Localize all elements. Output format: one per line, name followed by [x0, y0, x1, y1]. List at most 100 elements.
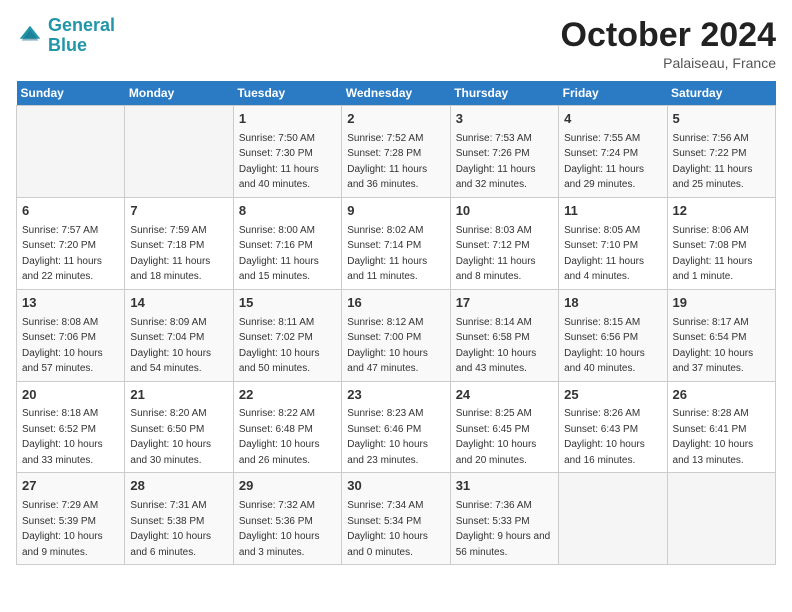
calendar-cell: 13 Sunrise: 8:08 AMSunset: 7:06 PMDayligh… — [17, 289, 125, 381]
calendar-week-row: 13 Sunrise: 8:08 AMSunset: 7:06 PMDayligh… — [17, 289, 776, 381]
day-number: 8 — [239, 202, 336, 221]
header-wednesday: Wednesday — [342, 81, 450, 106]
day-info: Sunrise: 8:03 AMSunset: 7:12 PMDaylight:… — [456, 225, 536, 283]
day-info: Sunrise: 7:59 AMSunset: 7:18 PMDaylight:… — [130, 225, 210, 283]
day-info: Sunrise: 8:12 AMSunset: 7:00 PMDaylight:… — [347, 317, 428, 375]
calendar-cell: 8 Sunrise: 8:00 AMSunset: 7:16 PMDaylight… — [233, 197, 341, 289]
calendar-cell — [559, 473, 667, 565]
header-saturday: Saturday — [667, 81, 775, 106]
calendar-cell: 5 Sunrise: 7:56 AMSunset: 7:22 PMDaylight… — [667, 106, 775, 198]
day-info: Sunrise: 8:05 AMSunset: 7:10 PMDaylight:… — [564, 225, 644, 283]
day-number: 17 — [456, 294, 553, 313]
day-number: 24 — [456, 386, 553, 405]
calendar-cell — [667, 473, 775, 565]
calendar-cell: 16 Sunrise: 8:12 AMSunset: 7:00 PMDayligh… — [342, 289, 450, 381]
calendar-cell: 22 Sunrise: 8:22 AMSunset: 6:48 PMDayligh… — [233, 381, 341, 473]
day-number: 14 — [130, 294, 227, 313]
calendar-cell: 24Sunrise: 8:25 AMSunset: 6:45 PMDayligh… — [450, 381, 558, 473]
day-number: 28 — [130, 477, 227, 496]
day-number: 9 — [347, 202, 444, 221]
calendar-cell: 6 Sunrise: 7:57 AMSunset: 7:20 PMDaylight… — [17, 197, 125, 289]
calendar-cell: 1 Sunrise: 7:50 AMSunset: 7:30 PMDaylight… — [233, 106, 341, 198]
calendar-week-row: 20 Sunrise: 8:18 AMSunset: 6:52 PMDayligh… — [17, 381, 776, 473]
calendar-cell: 21 Sunrise: 8:20 AMSunset: 6:50 PMDayligh… — [125, 381, 233, 473]
calendar-cell: 28 Sunrise: 7:31 AMSunset: 5:38 PMDayligh… — [125, 473, 233, 565]
day-info: Sunrise: 7:56 AMSunset: 7:22 PMDaylight:… — [673, 133, 753, 191]
calendar-cell: 2 Sunrise: 7:52 AMSunset: 7:28 PMDaylight… — [342, 106, 450, 198]
day-info: Sunrise: 8:22 AMSunset: 6:48 PMDaylight:… — [239, 408, 320, 466]
header-tuesday: Tuesday — [233, 81, 341, 106]
calendar-week-row: 27Sunrise: 7:29 AMSunset: 5:39 PMDayligh… — [17, 473, 776, 565]
day-number: 26 — [673, 386, 770, 405]
calendar-cell: 29 Sunrise: 7:32 AMSunset: 5:36 PMDayligh… — [233, 473, 341, 565]
day-info: Sunrise: 8:08 AMSunset: 7:06 PMDaylight:… — [22, 317, 103, 375]
day-number: 1 — [239, 110, 336, 129]
calendar-cell: 20 Sunrise: 8:18 AMSunset: 6:52 PMDayligh… — [17, 381, 125, 473]
day-number: 10 — [456, 202, 553, 221]
day-info: Sunrise: 8:02 AMSunset: 7:14 PMDaylight:… — [347, 225, 427, 283]
day-info: Sunrise: 7:55 AMSunset: 7:24 PMDaylight:… — [564, 133, 644, 191]
day-number: 29 — [239, 477, 336, 496]
day-info: Sunrise: 8:20 AMSunset: 6:50 PMDaylight:… — [130, 408, 211, 466]
calendar-header-row: SundayMondayTuesdayWednesdayThursdayFrid… — [17, 81, 776, 106]
day-info: Sunrise: 8:00 AMSunset: 7:16 PMDaylight:… — [239, 225, 319, 283]
calendar-cell: 30Sunrise: 7:34 AMSunset: 5:34 PMDayligh… — [342, 473, 450, 565]
calendar-cell: 26Sunrise: 8:28 AMSunset: 6:41 PMDayligh… — [667, 381, 775, 473]
day-number: 20 — [22, 386, 119, 405]
day-info: Sunrise: 8:06 AMSunset: 7:08 PMDaylight:… — [673, 225, 753, 283]
day-info: Sunrise: 7:57 AMSunset: 7:20 PMDaylight:… — [22, 225, 102, 283]
calendar-cell: 12Sunrise: 8:06 AMSunset: 7:08 PMDayligh… — [667, 197, 775, 289]
day-number: 30 — [347, 477, 444, 496]
calendar-cell: 9 Sunrise: 8:02 AMSunset: 7:14 PMDaylight… — [342, 197, 450, 289]
month-title: October 2024 — [561, 16, 776, 55]
day-number: 19 — [673, 294, 770, 313]
day-info: Sunrise: 8:23 AMSunset: 6:46 PMDaylight:… — [347, 408, 428, 466]
day-number: 15 — [239, 294, 336, 313]
calendar-cell: 25Sunrise: 8:26 AMSunset: 6:43 PMDayligh… — [559, 381, 667, 473]
logo-line1: General — [48, 15, 115, 35]
day-info: Sunrise: 7:29 AMSunset: 5:39 PMDaylight:… — [22, 500, 103, 558]
day-info: Sunrise: 7:31 AMSunset: 5:38 PMDaylight:… — [130, 500, 211, 558]
day-number: 13 — [22, 294, 119, 313]
calendar-cell: 23 Sunrise: 8:23 AMSunset: 6:46 PMDayligh… — [342, 381, 450, 473]
day-info: Sunrise: 8:15 AMSunset: 6:56 PMDaylight:… — [564, 317, 645, 375]
day-number: 22 — [239, 386, 336, 405]
page-header: General Blue October 2024 Palaiseau, Fra… — [16, 16, 776, 71]
logo-line2: Blue — [48, 35, 87, 55]
day-number: 23 — [347, 386, 444, 405]
logo-text: General Blue — [48, 16, 115, 56]
calendar-cell: 19 Sunrise: 8:17 AMSunset: 6:54 PMDayligh… — [667, 289, 775, 381]
logo-icon — [16, 22, 44, 50]
calendar-cell — [125, 106, 233, 198]
header-thursday: Thursday — [450, 81, 558, 106]
day-number: 3 — [456, 110, 553, 129]
day-number: 31 — [456, 477, 553, 496]
day-info: Sunrise: 8:11 AMSunset: 7:02 PMDaylight:… — [239, 317, 320, 375]
day-info: Sunrise: 8:17 AMSunset: 6:54 PMDaylight:… — [673, 317, 754, 375]
day-info: Sunrise: 8:09 AMSunset: 7:04 PMDaylight:… — [130, 317, 211, 375]
day-info: Sunrise: 8:18 AMSunset: 6:52 PMDaylight:… — [22, 408, 103, 466]
day-info: Sunrise: 7:36 AMSunset: 5:33 PMDaylight:… — [456, 500, 551, 558]
title-block: October 2024 Palaiseau, France — [561, 16, 776, 71]
day-info: Sunrise: 7:32 AMSunset: 5:36 PMDaylight:… — [239, 500, 320, 558]
header-monday: Monday — [125, 81, 233, 106]
logo: General Blue — [16, 16, 115, 56]
calendar-cell: 7Sunrise: 7:59 AMSunset: 7:18 PMDaylight… — [125, 197, 233, 289]
day-info: Sunrise: 7:53 AMSunset: 7:26 PMDaylight:… — [456, 133, 536, 191]
location: Palaiseau, France — [561, 55, 776, 71]
day-info: Sunrise: 8:14 AMSunset: 6:58 PMDaylight:… — [456, 317, 537, 375]
calendar-cell: 27Sunrise: 7:29 AMSunset: 5:39 PMDayligh… — [17, 473, 125, 565]
calendar-cell: 11Sunrise: 8:05 AMSunset: 7:10 PMDayligh… — [559, 197, 667, 289]
day-number: 5 — [673, 110, 770, 129]
day-number: 16 — [347, 294, 444, 313]
calendar-cell: 31 Sunrise: 7:36 AMSunset: 5:33 PMDayligh… — [450, 473, 558, 565]
day-number: 6 — [22, 202, 119, 221]
day-number: 25 — [564, 386, 661, 405]
day-number: 18 — [564, 294, 661, 313]
header-friday: Friday — [559, 81, 667, 106]
day-number: 2 — [347, 110, 444, 129]
day-info: Sunrise: 7:52 AMSunset: 7:28 PMDaylight:… — [347, 133, 427, 191]
calendar-week-row: 6 Sunrise: 7:57 AMSunset: 7:20 PMDaylight… — [17, 197, 776, 289]
day-number: 21 — [130, 386, 227, 405]
day-info: Sunrise: 7:50 AMSunset: 7:30 PMDaylight:… — [239, 133, 319, 191]
